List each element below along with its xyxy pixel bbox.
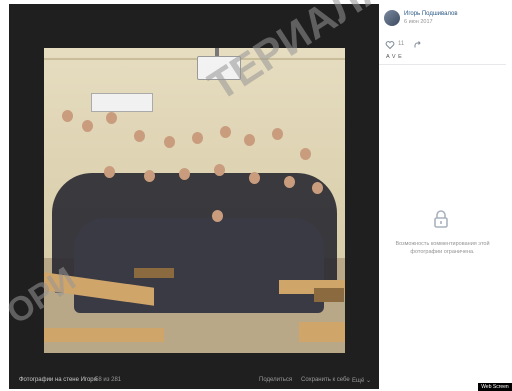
person-head bbox=[220, 126, 231, 138]
comments-restricted-notice: Возможность комментирования этой фотогра… bbox=[395, 241, 490, 255]
person-head bbox=[82, 120, 93, 132]
person-head bbox=[106, 112, 117, 124]
projector bbox=[197, 56, 241, 80]
air-conditioner bbox=[91, 93, 153, 112]
post-date[interactable]: 6 июн 2017 bbox=[404, 19, 433, 25]
like-count: 11 bbox=[398, 41, 405, 47]
share-icon[interactable] bbox=[413, 40, 423, 50]
person-head bbox=[179, 168, 190, 180]
web-screen-badge: Web Screen bbox=[478, 383, 512, 391]
panel-divider bbox=[379, 64, 506, 65]
person-head bbox=[104, 166, 115, 178]
more-button[interactable]: Ещё ⌄ bbox=[352, 377, 371, 384]
person-head bbox=[300, 148, 311, 160]
person-head bbox=[164, 136, 175, 148]
person-head bbox=[312, 182, 323, 194]
person-head bbox=[244, 134, 255, 146]
avatar[interactable] bbox=[384, 10, 400, 26]
chair bbox=[314, 288, 344, 302]
person-head bbox=[134, 130, 145, 142]
group-photo[interactable] bbox=[44, 48, 345, 353]
author-name[interactable]: Игорь Подшивалов bbox=[404, 11, 458, 17]
person-head bbox=[249, 172, 260, 184]
person-head bbox=[284, 176, 295, 188]
side-panel: Игорь Подшивалов 6 июн 2017 11 A V E Воз… bbox=[379, 4, 506, 389]
save-button[interactable]: Сохранить к себе bbox=[301, 377, 350, 383]
viewer-footer: Фотографии на стене Игоря 58 из 281 Поде… bbox=[9, 374, 379, 389]
photo-ceiling bbox=[44, 58, 345, 60]
person-head bbox=[62, 110, 73, 122]
person-head bbox=[144, 170, 155, 182]
heart-icon[interactable] bbox=[385, 40, 395, 50]
desk bbox=[299, 322, 345, 342]
share-button[interactable]: Поделиться bbox=[259, 377, 292, 383]
person-head bbox=[212, 210, 223, 222]
photo-viewer: Фотографии на стене Игоря 58 из 281 Поде… bbox=[9, 4, 379, 389]
likers-list[interactable]: A V E bbox=[386, 54, 402, 60]
desk bbox=[44, 328, 164, 342]
album-label[interactable]: Фотографии на стене Игоря bbox=[19, 377, 97, 383]
lock-icon bbox=[434, 210, 448, 228]
person-head bbox=[272, 128, 283, 140]
chair bbox=[134, 268, 174, 278]
person-head bbox=[192, 132, 203, 144]
person-head bbox=[214, 164, 225, 176]
photo-counter: 58 из 281 bbox=[95, 377, 122, 383]
